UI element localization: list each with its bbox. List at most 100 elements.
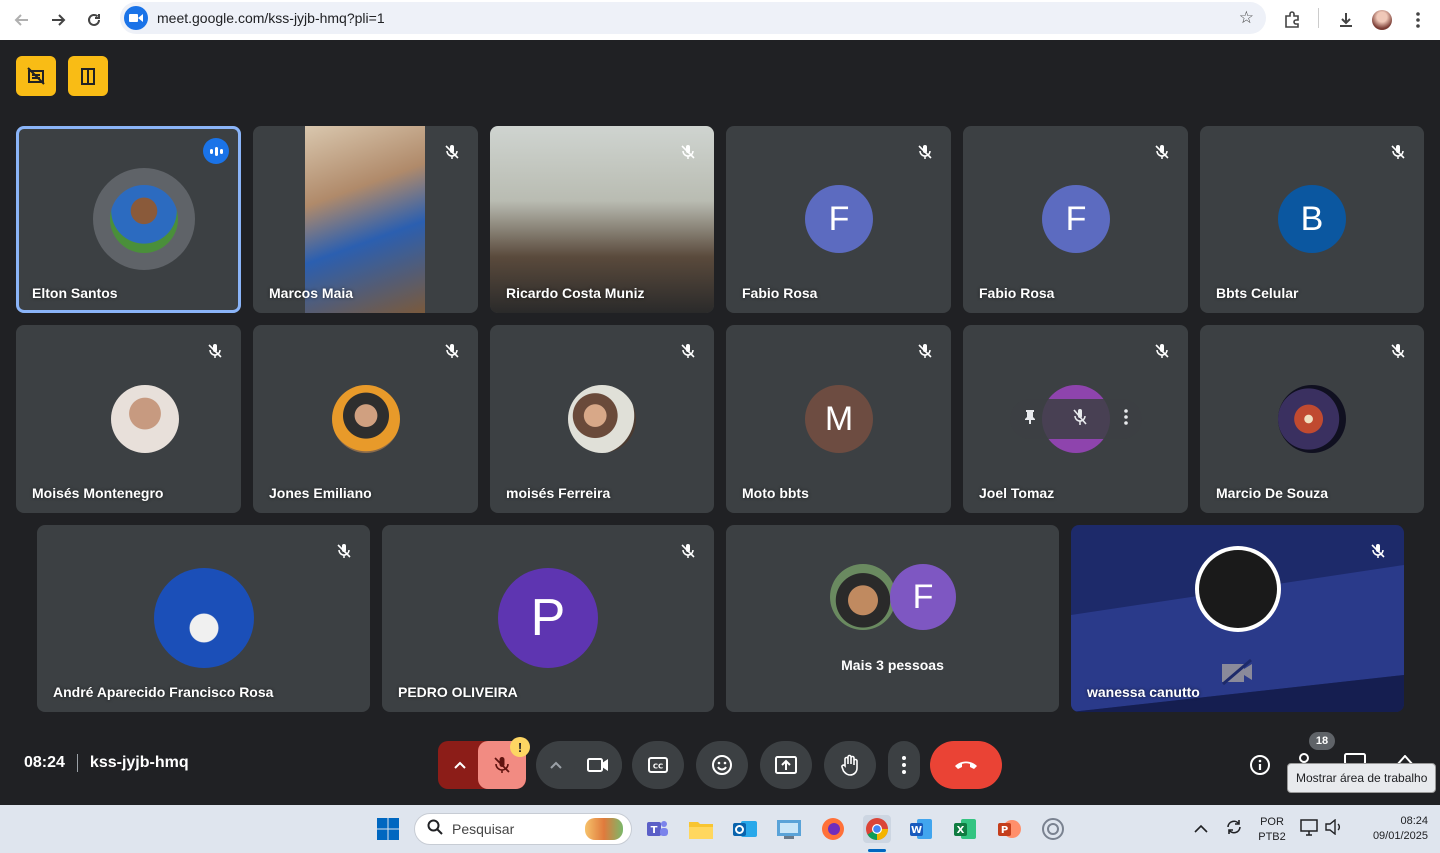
- clock-date: 09/01/2025: [1372, 830, 1428, 842]
- file-explorer-icon[interactable]: [687, 815, 715, 843]
- teams-icon[interactable]: T: [643, 815, 671, 843]
- windows-start-icon[interactable]: [374, 815, 402, 843]
- participant-name: Marcos Maia: [269, 285, 354, 301]
- browser-toolbar: meet.google.com/kss-jyjb-hmq?pli=1 ☆: [0, 0, 1440, 40]
- meet-site-icon: [124, 6, 148, 30]
- mic-off-icon: [440, 140, 464, 164]
- video-options-button[interactable]: [536, 741, 576, 789]
- search-icon: [427, 819, 443, 840]
- participant-tile[interactable]: F Fabio Rosa: [963, 126, 1188, 313]
- raise-hand-button[interactable]: [824, 741, 876, 789]
- door-icon: [81, 68, 95, 85]
- profile-avatar[interactable]: [1366, 4, 1398, 36]
- forward-button[interactable]: [40, 4, 76, 36]
- taskbar-search[interactable]: Pesquisar: [414, 813, 632, 845]
- windows-taskbar: Pesquisar T W X P POR PTB2 08:24 09/01/2…: [0, 805, 1440, 853]
- chrome-icon[interactable]: [863, 815, 891, 843]
- participant-name: Fabio Rosa: [979, 285, 1055, 301]
- more-people-label: Mais 3 pessoas: [841, 657, 944, 673]
- participant-tile[interactable]: Jones Emiliano: [253, 325, 478, 513]
- toolbar-divider: [1318, 8, 1319, 28]
- avatar: B: [1278, 185, 1346, 253]
- mic-off-icon: [203, 339, 227, 363]
- participant-tile[interactable]: Ricardo Costa Muniz: [490, 126, 714, 313]
- participant-tile[interactable]: Marcos Maia: [253, 126, 478, 313]
- reactions-button[interactable]: [696, 741, 748, 789]
- leave-call-button[interactable]: [930, 741, 1002, 789]
- avatar: [568, 385, 636, 453]
- more-options-button[interactable]: [888, 741, 920, 789]
- participant-name: André Aparecido Francisco Rosa: [53, 684, 274, 700]
- participant-tile[interactable]: moisés Ferreira: [490, 325, 714, 513]
- network-app-icon[interactable]: [1039, 815, 1067, 843]
- participant-tile[interactable]: B Bbts Celular: [1200, 126, 1424, 313]
- firefox-icon[interactable]: [819, 815, 847, 843]
- present-screen-button[interactable]: [760, 741, 812, 789]
- more-people-tile[interactable]: F Mais 3 pessoas: [726, 525, 1059, 712]
- reload-button[interactable]: [76, 4, 112, 36]
- no-recording-icon: [27, 67, 45, 85]
- download-icon[interactable]: [1330, 4, 1362, 36]
- extensions-icon[interactable]: [1276, 4, 1308, 36]
- tile-hover-controls: [1010, 399, 1142, 439]
- participant-name: moisés Ferreira: [506, 485, 611, 501]
- control-panel-icon[interactable]: [775, 815, 803, 843]
- emoji-icon: [712, 755, 732, 775]
- pin-icon[interactable]: [1024, 409, 1036, 430]
- captions-button[interactable]: CC: [632, 741, 684, 789]
- monitor-icon[interactable]: [1300, 819, 1320, 842]
- word-icon[interactable]: W: [907, 815, 935, 843]
- mic-off-icon: [1386, 140, 1410, 164]
- speaking-indicator-icon: [203, 138, 229, 164]
- language-code: POR: [1260, 816, 1284, 828]
- mic-warning-badge[interactable]: !: [510, 737, 530, 757]
- sync-icon[interactable]: [1224, 817, 1244, 842]
- participant-name: Elton Santos: [32, 285, 118, 301]
- participant-tile[interactable]: Elton Santos: [16, 126, 241, 313]
- system-clock[interactable]: 08:24 09/01/2025: [1352, 814, 1428, 844]
- companion-mode-badge[interactable]: [68, 56, 108, 96]
- address-bar[interactable]: meet.google.com/kss-jyjb-hmq?pli=1 ☆: [120, 2, 1266, 34]
- bookmark-star-icon[interactable]: ☆: [1239, 8, 1254, 28]
- participant-tile[interactable]: Moisés Montenegro: [16, 325, 241, 513]
- obs-logo-icon: [1195, 546, 1281, 632]
- svg-text:CC: CC: [653, 763, 663, 771]
- mic-off-icon: [494, 757, 510, 773]
- more-options-icon[interactable]: [1124, 408, 1128, 430]
- participant-tile[interactable]: André Aparecido Francisco Rosa: [37, 525, 370, 712]
- meeting-details-button[interactable]: [1247, 752, 1273, 778]
- participant-tile[interactable]: P PEDRO OLIVEIRA: [382, 525, 714, 712]
- browser-menu-icon[interactable]: [1402, 4, 1434, 36]
- participant-tile[interactable]: Marcio De Souza: [1200, 325, 1424, 513]
- show-desktop-tooltip: Mostrar área de trabalho: [1287, 763, 1437, 793]
- back-button[interactable]: [4, 4, 40, 36]
- camera-toggle-button[interactable]: [574, 741, 622, 789]
- camera-control-group: [536, 741, 622, 789]
- participant-name: Jones Emiliano: [269, 485, 372, 501]
- arrow-left-icon: [14, 14, 28, 26]
- present-to-all-icon: [775, 756, 797, 774]
- audio-options-button[interactable]: [438, 741, 482, 789]
- volume-icon[interactable]: [1325, 818, 1343, 840]
- url-text: meet.google.com/kss-jyjb-hmq?pli=1: [157, 10, 385, 26]
- powerpoint-icon[interactable]: P: [995, 815, 1023, 843]
- excel-icon[interactable]: X: [951, 815, 979, 843]
- arrow-right-icon: [52, 14, 66, 26]
- avatar: F: [805, 185, 873, 253]
- tray-overflow-icon[interactable]: [1194, 821, 1208, 839]
- avatar: M: [805, 385, 873, 453]
- participant-tile[interactable]: F Fabio Rosa: [726, 126, 951, 313]
- language-indicator[interactable]: POR PTB2: [1256, 815, 1288, 845]
- outlook-icon[interactable]: [731, 815, 759, 843]
- participant-tile[interactable]: M Moto bbts: [726, 325, 951, 513]
- chevron-up-icon: [550, 761, 562, 769]
- video-camera-icon: [587, 758, 608, 772]
- participant-tile[interactable]: Joel Tomaz: [963, 325, 1188, 513]
- participant-tile[interactable]: wanessa canutto: [1071, 525, 1404, 712]
- mic-off-icon: [676, 539, 700, 563]
- hand-icon: [841, 754, 858, 776]
- active-app-indicator: [868, 849, 886, 852]
- host-controls-badge[interactable]: [16, 56, 56, 96]
- divider: [76, 754, 78, 772]
- mic-off-icon[interactable]: [1072, 408, 1088, 431]
